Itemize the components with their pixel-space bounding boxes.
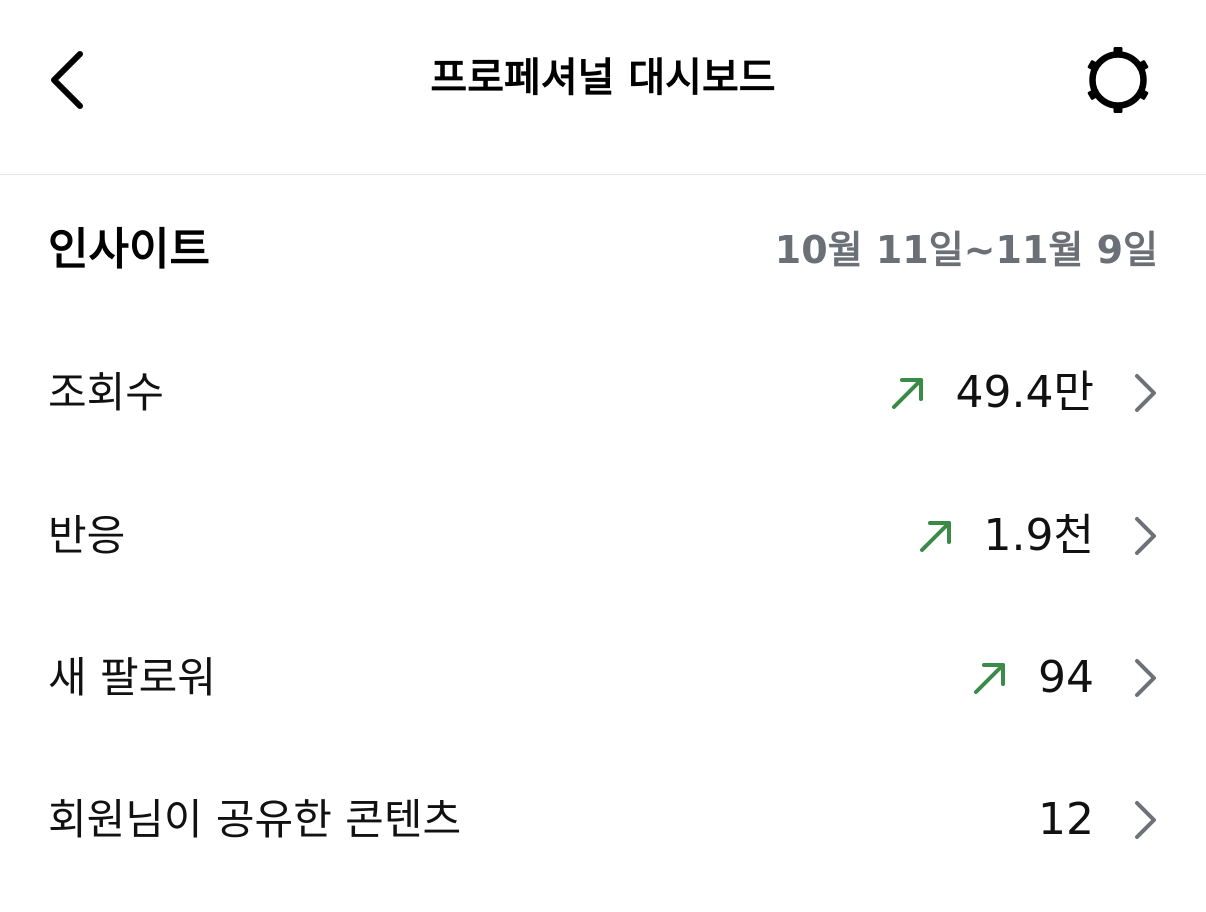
arrow-up-right-icon	[890, 375, 926, 411]
metric-value: 94	[1038, 652, 1094, 703]
metric-row-reactions[interactable]: 반응 1.9천	[48, 486, 1158, 586]
insights-header: 인사이트 10월 11일~11월 9일	[48, 220, 1158, 280]
chevron-right-icon	[1128, 799, 1158, 841]
chevron-right-icon	[1128, 515, 1158, 557]
metric-label: 회원님이 공유한 콘텐츠	[48, 795, 462, 844]
arrow-up-right-icon	[918, 518, 954, 554]
arrow-up-right-icon	[972, 660, 1008, 696]
metric-row-new-followers[interactable]: 새 팔로워 94	[48, 628, 1158, 728]
metric-label: 반응	[48, 511, 126, 560]
page-title: 프로페셔널 대시보드	[430, 55, 776, 101]
chevron-right-icon	[1128, 372, 1158, 414]
top-bar: 프로페셔널 대시보드	[0, 0, 1206, 175]
date-range: 10월 11일~11월 9일	[774, 228, 1158, 272]
chevron-right-icon	[1128, 657, 1158, 699]
metric-label: 조회수	[48, 368, 164, 417]
insights-title: 인사이트	[48, 224, 210, 275]
metric-label: 새 팔로워	[48, 653, 216, 702]
gear-icon	[1087, 47, 1149, 113]
metric-row-shared-content[interactable]: 회원님이 공유한 콘텐츠 12	[48, 770, 1158, 870]
metric-value: 12	[1038, 794, 1094, 845]
metric-value: 49.4만	[955, 367, 1094, 418]
metric-value: 1.9천	[983, 510, 1094, 561]
settings-button[interactable]	[1076, 38, 1160, 122]
metric-row-views[interactable]: 조회수 49.4만	[48, 343, 1158, 443]
